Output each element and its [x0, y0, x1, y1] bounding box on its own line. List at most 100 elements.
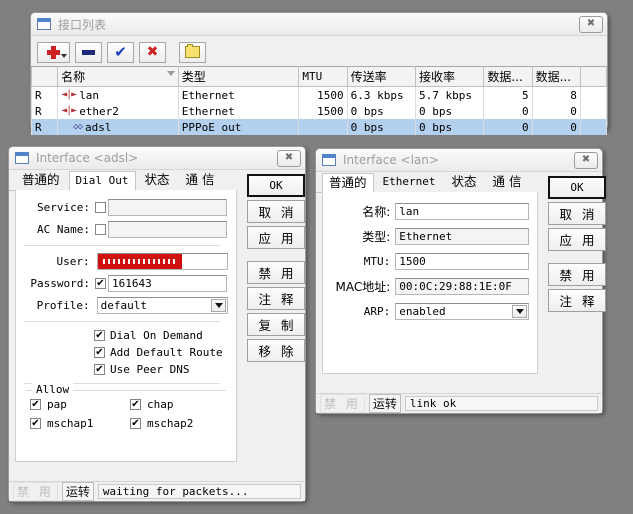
- sort-descending-icon: [166, 71, 175, 76]
- user-label: User:: [56, 255, 90, 268]
- tab-dial-out[interactable]: Dial Out: [68, 171, 136, 191]
- allow-pap-checkbox[interactable]: ✔: [30, 399, 41, 410]
- chevron-down-icon: [61, 53, 67, 58]
- minus-icon: [82, 49, 95, 55]
- col-tx-packets[interactable]: 数据...: [483, 66, 533, 87]
- table-row[interactable]: R ◄|► lan Ethernet 1500 6.3 kbps 5.7 kbp…: [30, 86, 608, 103]
- col-rx-packets[interactable]: 数据...: [531, 66, 581, 87]
- allow-mschap1-checkbox[interactable]: ✔: [30, 418, 41, 429]
- interface-list-titlebar[interactable]: 接口列表 ✖: [31, 13, 607, 36]
- row-tx-rate: 0 bps: [346, 103, 416, 119]
- divider: [24, 321, 220, 322]
- row-tx-packets: 0: [483, 119, 533, 135]
- status-disabled-badge: 禁 用: [320, 394, 365, 413]
- window-icon: [15, 152, 29, 164]
- status-running-badge: 运转: [61, 482, 94, 501]
- tab-status[interactable]: 状态: [138, 170, 177, 190]
- comment-button[interactable]: 注 释: [247, 287, 305, 310]
- chevron-down-icon[interactable]: [512, 305, 527, 318]
- allow-chap-checkbox[interactable]: ✔: [130, 399, 141, 410]
- adsl-titlebar[interactable]: Interface <adsl> ✖: [9, 147, 305, 170]
- add-button[interactable]: [37, 41, 70, 63]
- row-mtu: 1500: [298, 103, 348, 119]
- close-icon[interactable]: ✖: [574, 151, 598, 169]
- use-peer-dns-row[interactable]: ✔ Use Peer DNS: [94, 363, 228, 376]
- dial-on-demand-row[interactable]: ✔ Dial On Demand: [94, 329, 228, 342]
- allow-pap-row[interactable]: ✔ pap: [30, 398, 130, 411]
- service-input[interactable]: [108, 199, 227, 216]
- lan-panel: 名称: lan 类型: Ethernet MTU: 1500 MAC地址: 00…: [322, 192, 538, 374]
- row-flag: R: [30, 86, 59, 103]
- type-row: 类型: Ethernet: [323, 228, 529, 245]
- tab-traffic[interactable]: 通 信: [486, 172, 529, 192]
- ac-name-checkbox[interactable]: [95, 224, 106, 235]
- col-name[interactable]: 名称: [57, 66, 179, 87]
- lan-tabstrip: 普通的 Ethernet 状态 通 信: [316, 172, 538, 193]
- profile-select[interactable]: default: [96, 297, 228, 314]
- apply-button[interactable]: 应 用: [548, 228, 606, 251]
- allow-mschap1-row[interactable]: ✔ mschap1: [30, 417, 130, 430]
- col-flags[interactable]: [30, 66, 59, 87]
- row-type: Ethernet: [177, 86, 300, 103]
- col-mtu[interactable]: MTU: [298, 66, 348, 87]
- add-default-route-checkbox[interactable]: ✔: [94, 347, 105, 358]
- close-icon[interactable]: ✖: [277, 149, 301, 167]
- tab-ethernet[interactable]: Ethernet: [376, 172, 443, 192]
- remove-button[interactable]: 移 除: [247, 339, 305, 362]
- disable-button[interactable]: ✖: [139, 41, 166, 63]
- profile-row: Profile: default: [16, 297, 228, 314]
- col-type[interactable]: 类型: [177, 66, 300, 87]
- row-mtu: 1500: [298, 86, 348, 103]
- lan-titlebar[interactable]: Interface <lan> ✖: [316, 149, 602, 172]
- mtu-input[interactable]: 1500: [395, 253, 529, 270]
- row-rx-rate: 0 bps: [414, 119, 485, 135]
- status-running-badge: 运转: [368, 394, 401, 413]
- adsl-title: Interface <adsl>: [36, 151, 139, 165]
- col-rx-rate[interactable]: 接收率: [414, 66, 485, 87]
- apply-button[interactable]: 应 用: [247, 226, 305, 249]
- ok-button[interactable]: OK: [247, 174, 305, 197]
- close-icon[interactable]: ✖: [579, 15, 603, 33]
- dial-on-demand-label: Dial On Demand: [110, 329, 203, 342]
- disable-button[interactable]: 禁 用: [247, 261, 305, 284]
- dial-on-demand-checkbox[interactable]: ✔: [94, 330, 105, 341]
- password-input[interactable]: 161643: [108, 275, 227, 292]
- allow-mschap2-checkbox[interactable]: ✔: [130, 418, 141, 429]
- name-input[interactable]: lan: [395, 203, 529, 220]
- tab-general[interactable]: 普通的: [322, 173, 374, 193]
- remove-button[interactable]: [75, 41, 102, 63]
- allow-chap-row[interactable]: ✔ chap: [130, 398, 174, 411]
- tab-status[interactable]: 状态: [445, 172, 484, 192]
- tab-traffic[interactable]: 通 信: [179, 170, 222, 190]
- allow-mschap2-row[interactable]: ✔ mschap2: [130, 417, 193, 430]
- tab-general[interactable]: 普通的: [15, 170, 67, 190]
- password-checkbox[interactable]: ✔: [95, 278, 106, 289]
- mtu-label: MTU:: [363, 255, 391, 268]
- col-spacer: [579, 66, 608, 87]
- row-rx-packets: 0: [531, 103, 581, 119]
- comment-button[interactable]: [179, 41, 206, 63]
- user-input[interactable]: [96, 253, 228, 270]
- mac-value: 00:0C:29:88:1E:0F: [395, 278, 529, 295]
- enable-button[interactable]: ✔: [107, 41, 134, 63]
- copy-button[interactable]: 复 制: [247, 313, 305, 336]
- col-tx-rate[interactable]: 传送率: [346, 66, 416, 87]
- use-peer-dns-checkbox[interactable]: ✔: [94, 364, 105, 375]
- password-label: Password:: [30, 277, 90, 290]
- disable-button[interactable]: 禁 用: [548, 263, 606, 286]
- name-row: 名称: lan: [323, 203, 529, 220]
- adsl-tabstrip: 普通的 Dial Out 状态 通 信: [9, 170, 237, 191]
- table-row[interactable]: R ◇◇ adsl PPPoE out 0 bps 0 bps 0 0: [30, 119, 608, 135]
- comment-button[interactable]: 注 释: [548, 289, 606, 312]
- chevron-down-icon[interactable]: [211, 299, 226, 312]
- arp-select[interactable]: enabled: [395, 303, 529, 320]
- interface-list-toolbar: ✔ ✖: [31, 36, 607, 66]
- table-row[interactable]: R ◄|► ether2 Ethernet 1500 0 bps 0 bps 0…: [30, 103, 608, 119]
- row-tx-rate: 0 bps: [346, 119, 416, 135]
- ac-name-input[interactable]: [108, 221, 227, 238]
- cancel-button[interactable]: 取 消: [247, 200, 305, 223]
- ok-button[interactable]: OK: [548, 176, 606, 199]
- service-checkbox[interactable]: [95, 202, 106, 213]
- add-default-route-row[interactable]: ✔ Add Default Route: [94, 346, 228, 359]
- cancel-button[interactable]: 取 消: [548, 202, 606, 225]
